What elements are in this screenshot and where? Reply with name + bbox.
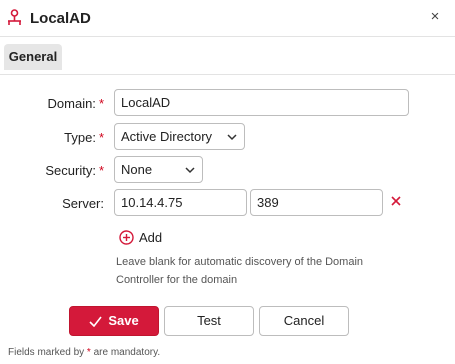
type-select-value: Active Directory <box>121 129 213 144</box>
server-port-input[interactable]: 389 <box>250 189 383 216</box>
security-select-value: None <box>121 162 153 177</box>
security-select[interactable]: None <box>114 156 203 183</box>
mandatory-footnote: Fields marked by * are mandatory. <box>8 347 161 358</box>
checkmark-icon <box>89 316 102 328</box>
server-host-input[interactable]: 10.14.4.75 <box>114 189 247 216</box>
required-mark: * <box>98 163 104 178</box>
cancel-button[interactable]: Cancel <box>259 306 349 336</box>
server-label: Server: <box>62 196 104 211</box>
required-mark: * <box>98 130 104 145</box>
dialog-title: LocalAD <box>30 10 91 27</box>
remove-x-icon[interactable] <box>389 194 403 208</box>
security-label: Security: * <box>45 163 104 178</box>
required-mark: * <box>98 96 104 111</box>
save-label: Save <box>108 313 139 328</box>
save-button[interactable]: Save <box>69 306 159 336</box>
add-circle-icon <box>119 229 134 245</box>
dialog-titlebar: LocalAD × <box>0 0 455 37</box>
domain-input[interactable]: LocalAD <box>114 89 409 116</box>
chevron-down-icon <box>227 134 237 141</box>
chevron-down-icon <box>185 167 195 174</box>
domain-label: Domain: * <box>47 96 104 111</box>
network-server-icon <box>8 9 21 25</box>
close-icon[interactable]: × <box>427 8 443 26</box>
add-server-button[interactable]: Add <box>119 227 162 247</box>
type-select[interactable]: Active Directory <box>114 123 245 150</box>
tab-general[interactable]: General <box>4 44 62 70</box>
test-button[interactable]: Test <box>164 306 254 336</box>
add-label: Add <box>139 229 163 245</box>
tab-bar: General <box>0 37 455 75</box>
type-label: Type: * <box>64 130 104 145</box>
server-hint-text: Leave blank for automatic discovery of t… <box>116 256 364 286</box>
